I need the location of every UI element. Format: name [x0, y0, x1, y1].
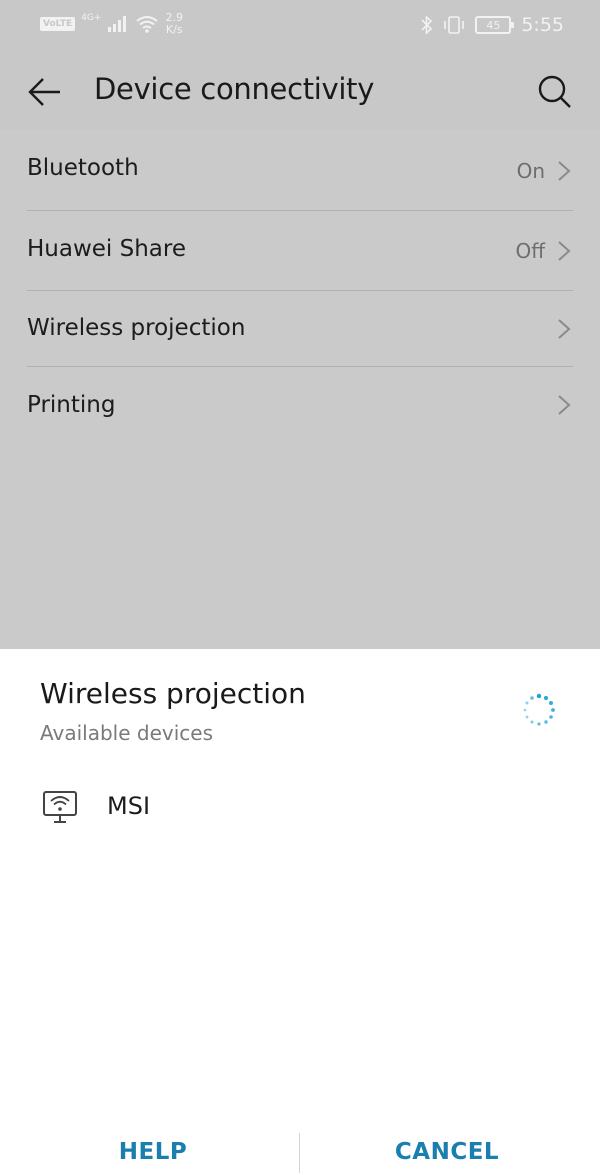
settings-list: Bluetooth On Huawei Share Off Wireless p… [0, 130, 600, 650]
settings-item-label: Printing [27, 392, 116, 418]
device-item-msi[interactable]: MSI [0, 779, 600, 835]
search-icon [538, 75, 571, 108]
status-bar: VoLTE 4G+ 2.9 K/s 45 5:55 [0, 0, 600, 52]
loading-spinner-icon [523, 693, 555, 726]
page-title: Device connectivity [94, 72, 375, 106]
search-button[interactable] [534, 72, 574, 112]
battery-level: 45 [486, 18, 501, 32]
volte-icon: VoLTE [40, 17, 76, 31]
chevron-right-icon [558, 319, 571, 339]
settings-item-wireless-projection[interactable]: Wireless projection [27, 291, 573, 367]
chevron-right-icon [558, 395, 571, 415]
help-button[interactable]: HELP [60, 1129, 246, 1175]
wifi-icon [136, 16, 159, 33]
dialog-subtitle: Available devices [40, 721, 213, 745]
chevron-right-icon [558, 241, 571, 261]
bluetooth-icon [421, 15, 433, 35]
chevron-right-icon [558, 161, 571, 181]
vibrate-icon [444, 16, 465, 34]
wireless-display-icon [43, 791, 77, 823]
button-divider [299, 1133, 300, 1173]
device-name: MSI [107, 792, 151, 820]
network-type-label: 4G+ [81, 13, 102, 23]
network-speed-unit: K/s [165, 23, 183, 36]
cellular-signal-icon [108, 16, 127, 32]
settings-item-label: Wireless projection [27, 315, 246, 341]
cancel-button[interactable]: CANCEL [354, 1129, 540, 1175]
settings-item-bluetooth[interactable]: Bluetooth On [27, 130, 573, 211]
settings-item-huawei-share[interactable]: Huawei Share Off [27, 211, 573, 291]
settings-item-value: Off [515, 239, 545, 263]
settings-item-label: Huawei Share [27, 236, 187, 262]
settings-item-printing[interactable]: Printing [27, 367, 573, 445]
back-button[interactable] [26, 74, 66, 110]
dialog-title: Wireless projection [40, 677, 306, 710]
arrow-left-icon [28, 78, 60, 106]
battery-icon: 45 [475, 16, 515, 34]
wireless-projection-dialog: Wireless projection Available devices MS… [0, 649, 600, 1175]
network-speed: 2.9 K/s [165, 12, 183, 36]
app-bar: Device connectivity [0, 52, 600, 130]
status-clock: 5:55 [521, 14, 564, 36]
settings-item-value: On [516, 159, 545, 183]
settings-item-label: Bluetooth [27, 155, 139, 181]
